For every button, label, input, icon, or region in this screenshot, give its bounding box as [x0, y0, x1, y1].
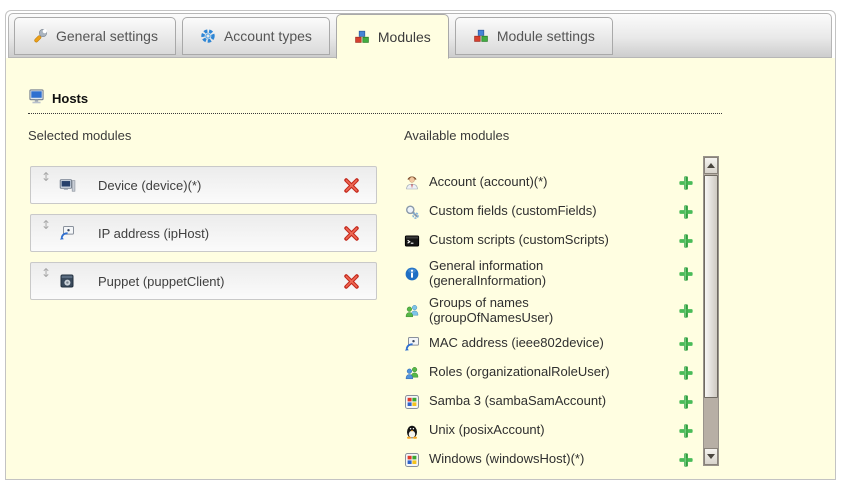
network-icon — [59, 225, 76, 242]
tab-modules[interactable]: Modules — [336, 14, 449, 59]
selected-module-label: Device (device)(*) — [98, 178, 343, 193]
available-module-row: Custom fields (customFields) — [404, 197, 694, 226]
scrollbar-thumb[interactable] — [704, 175, 718, 398]
unix-icon — [404, 423, 420, 439]
selected-modules-list: ↕Device (device)(*)↕IP address (ipHost)↕… — [30, 166, 377, 310]
tab-label: Modules — [378, 29, 431, 45]
available-module-row: MAC address (ieee802device) — [404, 329, 694, 358]
windows-icon — [404, 452, 420, 468]
samba-icon — [404, 394, 420, 410]
tab-label: Module settings — [497, 28, 595, 44]
monitor-icon — [28, 88, 45, 108]
available-module-row: Windows (windowsHost)(*) — [404, 445, 694, 474]
groups-icon — [404, 303, 420, 319]
tab-label: General settings — [56, 28, 158, 44]
selected-module-label: IP address (ipHost) — [98, 226, 343, 241]
scrollbar-up-button[interactable] — [704, 157, 718, 174]
available-module-label: Groups of names (groupOfNamesUser) — [429, 296, 669, 325]
plus-icon[interactable] — [678, 423, 694, 439]
drag-handle-icon[interactable]: ↕ — [41, 215, 53, 235]
plus-icon[interactable] — [678, 303, 694, 319]
roles-icon — [404, 365, 420, 381]
network-icon — [404, 336, 420, 352]
scrollbar-down-button[interactable] — [704, 448, 718, 465]
available-modules-scrollbar[interactable] — [703, 156, 719, 466]
plus-icon[interactable] — [678, 452, 694, 468]
available-module-row: Roles (organizationalRoleUser) — [404, 358, 694, 387]
available-module-row: General information (generalInformation) — [404, 255, 694, 292]
drag-handle-icon[interactable]: ↕ — [41, 263, 53, 283]
available-modules-label: Available modules — [404, 128, 509, 143]
down-arrow-icon — [707, 454, 715, 459]
custom-scripts-icon — [404, 233, 420, 249]
available-module-label: Unix (posixAccount) — [429, 423, 669, 438]
available-module-label: MAC address (ieee802device) — [429, 336, 669, 351]
hosts-section-header: Hosts — [28, 88, 722, 114]
selected-modules-label: Selected modules — [28, 128, 131, 143]
tab-bar: General settings Account types Modules Modu… — [8, 13, 832, 58]
gear-icon — [200, 28, 216, 44]
delete-icon[interactable] — [343, 225, 360, 242]
tab-label: Account types — [224, 28, 312, 44]
available-modules-list: Account (account)(*) Custom fields (custo… — [404, 156, 694, 482]
available-module-label: Roles (organizationalRoleUser) — [429, 365, 669, 380]
plus-icon[interactable] — [678, 233, 694, 249]
available-module-label: General information (generalInformation) — [429, 259, 669, 288]
info-icon — [404, 266, 420, 282]
wrench-icon — [32, 28, 48, 44]
custom-fields-icon — [404, 204, 420, 220]
available-module-row: Groups of names (groupOfNamesUser) — [404, 292, 694, 329]
modules-tab-content: Hosts Selected modules Available modules… — [6, 58, 835, 479]
selected-module-label: Puppet (puppetClient) — [98, 274, 343, 289]
settings-panel: General settings Account types Modules Modu… — [5, 10, 836, 480]
account-icon — [404, 175, 420, 191]
tab-module-settings[interactable]: Module settings — [455, 17, 613, 55]
tab-general-settings[interactable]: General settings — [14, 17, 176, 55]
available-module-label: Samba 3 (sambaSamAccount) — [429, 394, 669, 409]
plus-icon[interactable] — [678, 336, 694, 352]
selected-module-row[interactable]: ↕ Puppet (puppetClient) — [30, 262, 377, 300]
available-module-row: Custom scripts (customScripts) — [404, 226, 694, 255]
puppet-icon — [59, 273, 76, 290]
available-module-label: Account (account)(*) — [429, 175, 669, 190]
available-module-label: Custom scripts (customScripts) — [429, 233, 669, 248]
delete-icon[interactable] — [343, 177, 360, 194]
tab-account-types[interactable]: Account types — [182, 17, 330, 55]
up-arrow-icon — [707, 163, 715, 168]
plus-icon[interactable] — [678, 175, 694, 191]
plus-icon[interactable] — [678, 394, 694, 410]
selected-module-row[interactable]: ↕ Device (device)(*) — [30, 166, 377, 204]
module-settings-icon — [473, 28, 489, 44]
available-module-row: Samba 3 (sambaSamAccount) — [404, 387, 694, 416]
available-module-row: Unix (posixAccount) — [404, 416, 694, 445]
available-module-row: Account (account)(*) — [404, 168, 694, 197]
selected-module-row[interactable]: ↕ IP address (ipHost) — [30, 214, 377, 252]
modules-icon — [354, 29, 370, 45]
plus-icon[interactable] — [678, 204, 694, 220]
plus-icon[interactable] — [678, 266, 694, 282]
drag-handle-icon[interactable]: ↕ — [41, 167, 53, 187]
plus-icon[interactable] — [678, 365, 694, 381]
available-module-label: Custom fields (customFields) — [429, 204, 669, 219]
available-module-label: Windows (windowsHost)(*) — [429, 452, 669, 467]
delete-icon[interactable] — [343, 273, 360, 290]
device-icon — [59, 177, 76, 194]
hosts-section-title: Hosts — [52, 91, 88, 106]
